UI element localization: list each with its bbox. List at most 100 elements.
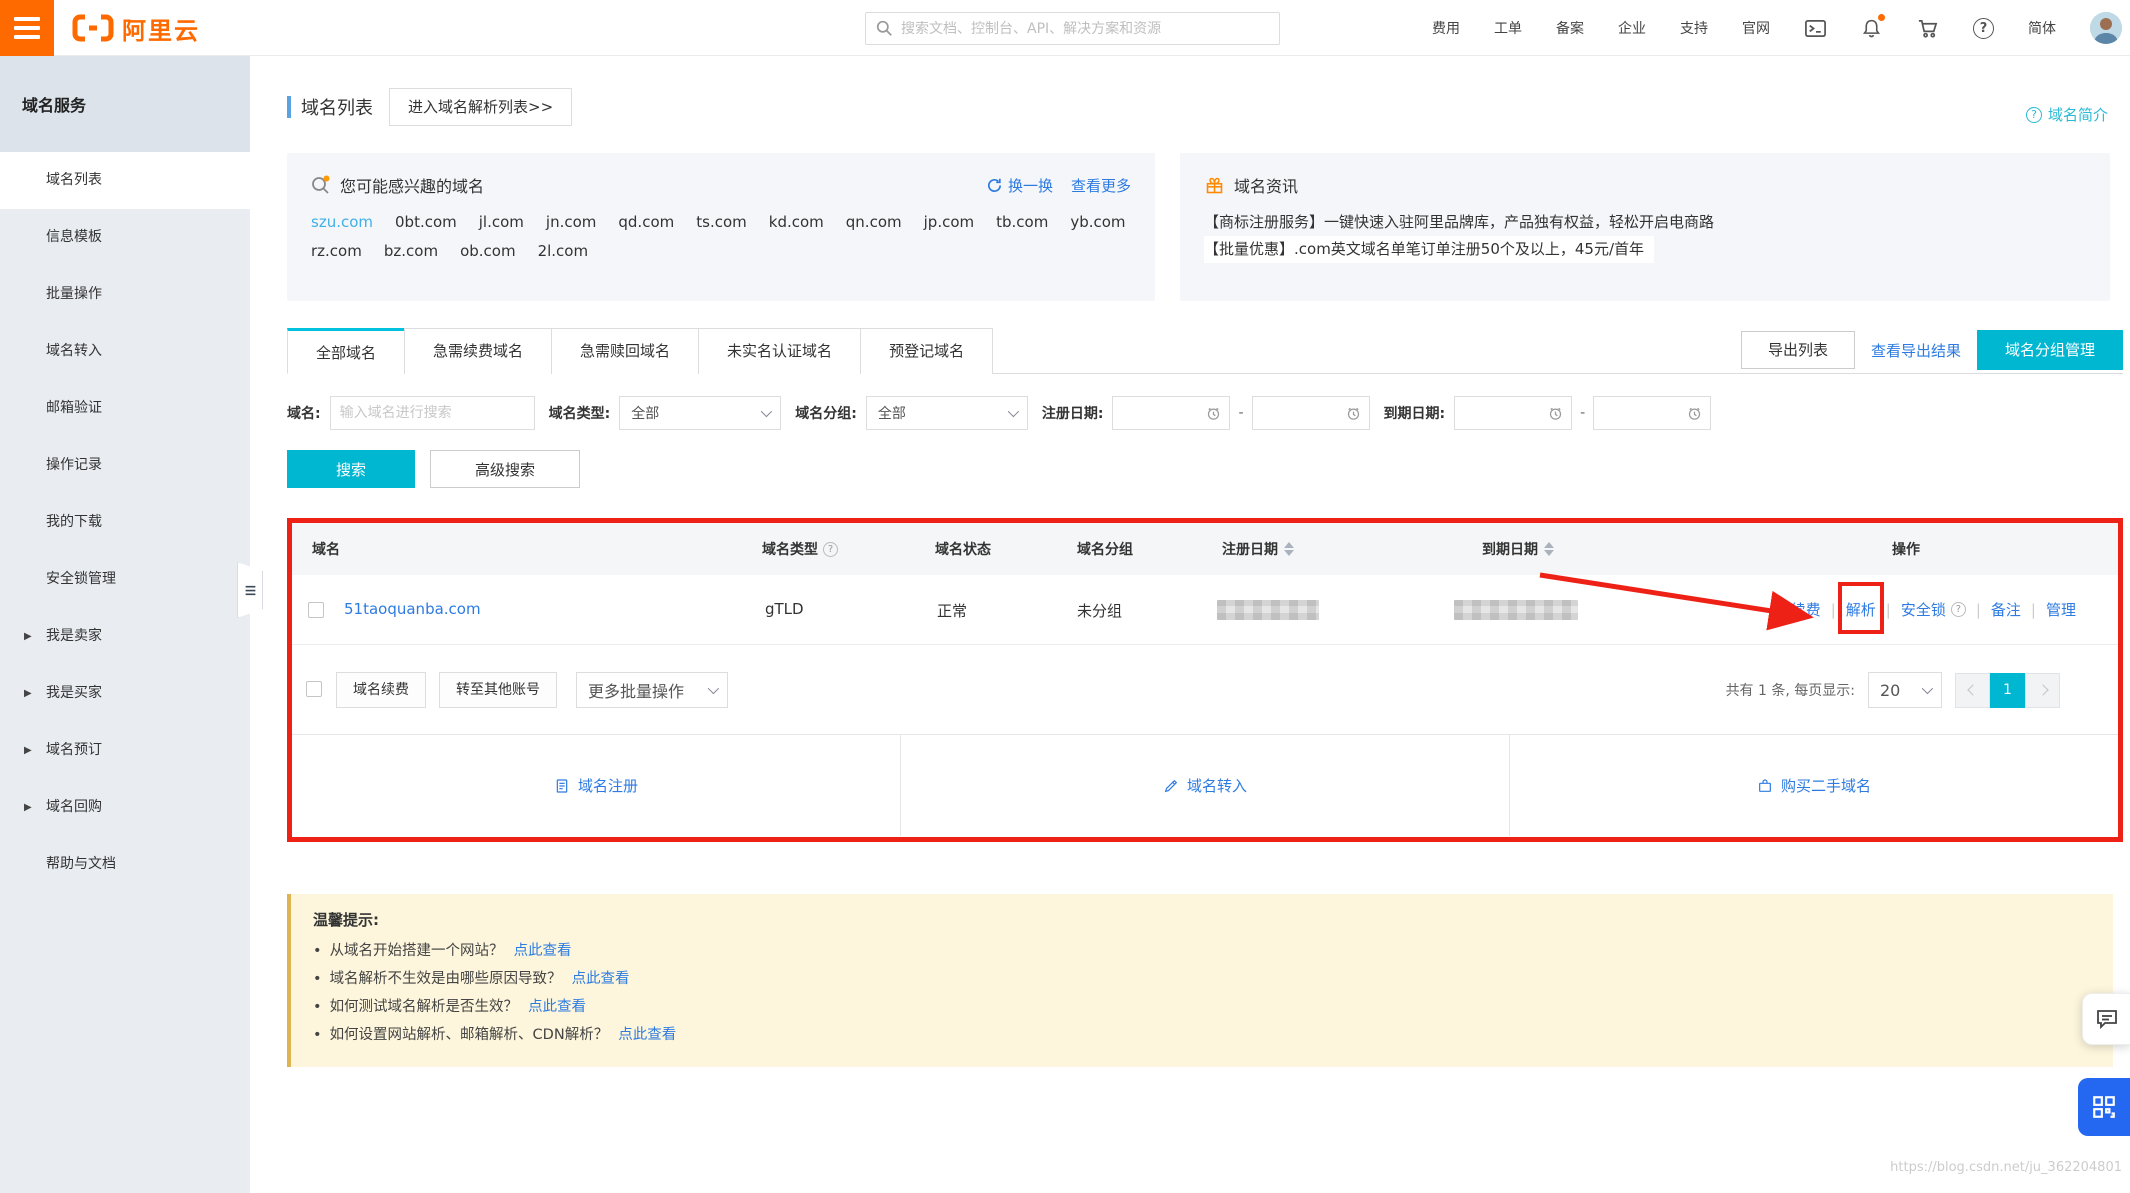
tab-preregister[interactable]: 预登记域名: [860, 328, 993, 374]
suggested-domain[interactable]: jn.com: [546, 213, 596, 231]
nav-icp[interactable]: 备案: [1556, 18, 1584, 38]
nav-enterprise[interactable]: 企业: [1618, 18, 1646, 38]
select-all-checkbox[interactable]: [306, 681, 322, 697]
manage-action[interactable]: 管理: [2046, 599, 2076, 620]
prev-page-button[interactable]: [1955, 673, 1990, 708]
sidebar-item-domain-preorder[interactable]: ▶域名预订: [0, 722, 250, 779]
expand-arrow-icon: ▶: [24, 608, 32, 665]
suggested-domain[interactable]: rz.com: [311, 242, 362, 260]
suggested-domain[interactable]: szu.com: [311, 213, 373, 231]
renew-action[interactable]: 续费: [1791, 599, 1821, 620]
cart-icon[interactable]: [1916, 17, 1939, 40]
suggested-domain[interactable]: qd.com: [618, 213, 674, 231]
sidebar-item-security-lock[interactable]: 安全锁管理: [0, 551, 250, 608]
tip-view-link[interactable]: 点此查看: [528, 999, 586, 1015]
hamburger-menu-icon[interactable]: [0, 0, 54, 56]
sidebar-item-operation-log[interactable]: 操作记录: [0, 437, 250, 494]
help-icon[interactable]: [1973, 18, 1994, 39]
sidebar-item-domain-list[interactable]: 域名列表: [0, 152, 250, 209]
buy-secondhand-domain-link[interactable]: 购买二手域名: [1757, 775, 1871, 796]
nav-website[interactable]: 官网: [1742, 18, 1770, 38]
row-checkbox[interactable]: [308, 602, 324, 618]
suggested-domain[interactable]: qn.com: [846, 213, 902, 231]
sidebar-item-batch-operation[interactable]: 批量操作: [0, 266, 250, 323]
reg-date-start-input[interactable]: [1112, 396, 1230, 430]
suggested-domain[interactable]: yb.com: [1070, 213, 1125, 231]
page-size-select[interactable]: 20: [1868, 672, 1942, 708]
remark-action[interactable]: 备注: [1991, 599, 2021, 620]
terminal-icon[interactable]: [1804, 17, 1827, 40]
batch-transfer-button[interactable]: 转至其他账号: [439, 672, 557, 708]
tip-view-link[interactable]: 点此查看: [572, 971, 630, 987]
help-icon[interactable]: [823, 542, 838, 557]
search-button[interactable]: 搜索: [287, 450, 415, 488]
sidebar-item-my-downloads[interactable]: 我的下载: [0, 494, 250, 551]
sidebar-item-domain-buyback[interactable]: ▶域名回购: [0, 779, 250, 836]
domain-filter-input[interactable]: [330, 396, 535, 430]
sidebar-item-buyer[interactable]: ▶我是买家: [0, 665, 250, 722]
batch-renew-button[interactable]: 域名续费: [336, 672, 426, 708]
dns-resolve-action[interactable]: 解析: [1846, 599, 1876, 620]
type-filter-select[interactable]: 全部: [619, 396, 781, 430]
transfer-in-domain-link[interactable]: 域名转入: [1163, 775, 1247, 796]
export-list-button[interactable]: 导出列表: [1741, 331, 1855, 369]
tip-view-link[interactable]: 点此查看: [618, 1027, 676, 1043]
suggested-domain[interactable]: jp.com: [924, 213, 975, 231]
domain-name-link[interactable]: 51taoquanba.com: [344, 600, 481, 618]
aliyun-logo[interactable]: 阿里云: [72, 0, 200, 56]
news-item[interactable]: 【批量优惠】.com英文域名单笔订单注册50个及以上，45元/首年: [1204, 236, 1654, 263]
enter-dns-list-button[interactable]: 进入域名解析列表>>: [389, 88, 572, 126]
tab-need-renew[interactable]: 急需续费域名: [404, 328, 551, 374]
security-lock-action[interactable]: 安全锁: [1901, 599, 1966, 620]
suggested-domain[interactable]: ts.com: [696, 213, 747, 231]
refresh-domains-link[interactable]: 换一换: [986, 175, 1053, 196]
suggested-domain[interactable]: kd.com: [769, 213, 824, 231]
sidebar-item-email-verification[interactable]: 邮箱验证: [0, 380, 250, 437]
quick-links-row: 域名注册 域名转入 购买二手: [292, 735, 2118, 836]
reg-date-end-input[interactable]: [1252, 396, 1370, 430]
news-card-title: 域名资讯: [1234, 173, 1298, 197]
sidebar-item-label: 批量操作: [46, 286, 102, 302]
suggested-domain[interactable]: 0bt.com: [395, 213, 457, 231]
sidebar-item-info-template[interactable]: 信息模板: [0, 209, 250, 266]
tip-view-link[interactable]: 点此查看: [514, 943, 572, 959]
suggested-domain[interactable]: tb.com: [996, 213, 1048, 231]
tab-need-redeem[interactable]: 急需赎回域名: [551, 328, 698, 374]
advanced-search-button[interactable]: 高级搜索: [430, 450, 580, 488]
view-more-link[interactable]: 查看更多: [1071, 175, 1131, 196]
sort-icon[interactable]: [1544, 542, 1554, 556]
language-switch[interactable]: 简体: [2028, 18, 2056, 38]
tab-all-domains[interactable]: 全部域名: [287, 328, 404, 374]
more-batch-select[interactable]: 更多批量操作: [576, 672, 728, 708]
view-export-result-link[interactable]: 查看导出结果: [1871, 340, 1961, 361]
register-domain-link[interactable]: 域名注册: [554, 775, 638, 796]
sidebar-collapse-toggle[interactable]: [237, 562, 263, 618]
suggested-domain[interactable]: bz.com: [384, 242, 438, 260]
exp-date-end-input[interactable]: [1593, 396, 1711, 430]
suggested-domain[interactable]: ob.com: [460, 242, 516, 260]
notification-bell-icon[interactable]: [1861, 18, 1882, 39]
domain-intro-link[interactable]: 域名简介: [2026, 104, 2108, 125]
current-page[interactable]: 1: [1990, 673, 2025, 708]
tab-not-verified[interactable]: 未实名认证域名: [698, 328, 860, 374]
nav-billing[interactable]: 费用: [1432, 18, 1460, 38]
domain-group-manage-button[interactable]: 域名分组管理: [1977, 330, 2123, 370]
sidebar-item-domain-transfer-in[interactable]: 域名转入: [0, 323, 250, 380]
qr-app-button[interactable]: [2078, 1078, 2130, 1136]
next-page-button[interactable]: [2025, 673, 2060, 708]
tip-text: 域名解析不生效是由哪些原因导致？: [330, 971, 562, 987]
sidebar-item-seller[interactable]: ▶我是卖家: [0, 608, 250, 665]
exp-date-start-input[interactable]: [1454, 396, 1572, 430]
news-item[interactable]: 【商标注册服务】一键快速入驻阿里品牌库，产品独有权益，轻松开启电商路: [1204, 209, 2086, 236]
suggested-domain[interactable]: jl.com: [479, 213, 524, 231]
sort-icon[interactable]: [1284, 542, 1294, 556]
suggested-domain[interactable]: 2l.com: [538, 242, 589, 260]
global-search[interactable]: [865, 12, 1280, 45]
avatar[interactable]: [2090, 12, 2122, 44]
nav-support[interactable]: 支持: [1680, 18, 1708, 38]
global-search-input[interactable]: [901, 21, 1269, 37]
group-filter-select[interactable]: 全部: [866, 396, 1028, 430]
sidebar-item-help-docs[interactable]: 帮助与文档: [0, 836, 250, 893]
nav-ticket[interactable]: 工单: [1494, 18, 1522, 38]
feedback-chat-button[interactable]: [2082, 993, 2130, 1045]
